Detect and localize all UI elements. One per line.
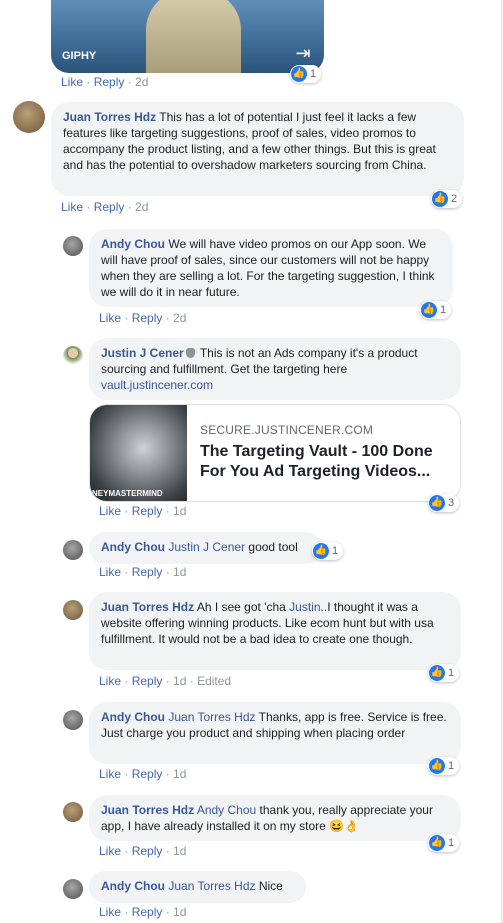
author-name[interactable]: Juan Torres Hdz — [63, 110, 156, 124]
reaction-count[interactable]: 👍 3 — [428, 494, 460, 512]
reply-link[interactable]: Reply — [132, 565, 163, 579]
comment-actions: Like · Reply · 2d — [61, 200, 149, 214]
link-preview-card[interactable]: NEYMASTERMIND SECURE.JUSTINCENER.COM The… — [89, 404, 461, 502]
reply-link[interactable]: Reply — [132, 311, 163, 325]
timestamp[interactable]: 2d — [135, 75, 148, 89]
mention-link[interactable]: Andy Chou — [197, 803, 256, 817]
reaction-count[interactable]: 👍 1 — [428, 664, 460, 682]
avatar[interactable] — [63, 802, 83, 822]
like-reaction-icon: 👍 — [421, 302, 437, 319]
link-thumbnail: NEYMASTERMIND — [90, 405, 187, 501]
thumbnail-caption: NEYMASTERMIND — [92, 489, 163, 498]
avatar[interactable] — [13, 101, 45, 133]
reply-link[interactable]: Reply — [132, 844, 163, 858]
timestamp[interactable]: 2d — [135, 200, 148, 214]
author-name[interactable]: Andy Chou — [101, 540, 165, 554]
expand-icon[interactable]: ⇥ — [293, 43, 313, 63]
reaction-count[interactable]: 👍 1 — [428, 834, 460, 852]
comment-bubble: Juan Torres Hdz Andy Chou thank you, rea… — [89, 795, 461, 841]
comment-actions: Like · Reply · 1d — [99, 905, 187, 919]
like-reaction-icon: 👍 — [429, 495, 445, 512]
comment-bubble: Andy Chou Juan Torres Hdz Thanks, app is… — [89, 702, 461, 764]
giphy-label: GIPHY — [62, 50, 97, 62]
timestamp[interactable]: 1d — [173, 767, 186, 781]
comment-bubble: Juan Torres Hdz This has a lot of potent… — [51, 102, 464, 196]
mention-link[interactable]: Justin J Cener — [168, 540, 245, 554]
like-link[interactable]: Like — [99, 674, 121, 688]
comment-text: good tool — [248, 540, 298, 554]
comment-bubble: Andy Chou Justin J Cener good tool — [89, 532, 322, 564]
avatar[interactable] — [63, 600, 83, 620]
author-name[interactable]: Andy Chou — [101, 879, 165, 893]
like-link[interactable]: Like — [99, 311, 121, 325]
gif-attachment[interactable]: GIPHY ⇥ — [51, 0, 324, 73]
timestamp[interactable]: 1d — [173, 504, 186, 518]
reply-link[interactable]: Reply — [132, 504, 163, 518]
reaction-count[interactable]: 👍 1 — [420, 301, 452, 319]
mention-link[interactable]: Juan Torres Hdz — [168, 710, 255, 724]
like-reaction-icon: 👍 — [429, 758, 445, 775]
author-name[interactable]: Andy Chou — [101, 710, 165, 724]
like-reaction-icon: 👍 — [432, 191, 448, 208]
link-title[interactable]: The Targeting Vault - 100 Done For You A… — [200, 442, 452, 482]
comment-actions: Like · Reply · 1d — [99, 565, 187, 579]
like-reaction-icon: 👍 — [313, 543, 329, 560]
comment-actions: Like · Reply · 1d · Edited — [99, 674, 232, 688]
avatar[interactable] — [63, 879, 83, 899]
reaction-count[interactable]: 👍 2 — [431, 190, 463, 208]
author-name[interactable]: Juan Torres Hdz — [101, 803, 194, 817]
like-link[interactable]: Like — [99, 504, 121, 518]
comment-actions: Like · Reply · 2d — [99, 311, 187, 325]
reply-link[interactable]: Reply — [132, 674, 163, 688]
timestamp[interactable]: 1d — [173, 844, 186, 858]
timestamp[interactable]: 2d — [173, 311, 186, 325]
like-link[interactable]: Like — [99, 905, 121, 919]
author-name[interactable]: Juan Torres Hdz — [101, 600, 194, 614]
edited-label[interactable]: Edited — [197, 674, 231, 688]
comment-actions: Like · Reply · 1d — [99, 844, 187, 858]
avatar[interactable] — [63, 346, 83, 366]
comment-text: Nice — [258, 879, 283, 893]
like-reaction-icon: 👍 — [429, 835, 445, 852]
like-link[interactable]: Like — [99, 767, 121, 781]
link-domain: SECURE.JUSTINCENER.COM — [200, 423, 374, 437]
comment-bubble: Andy Chou Juan Torres Hdz Nice — [89, 871, 306, 903]
like-reaction-icon: 👍 — [291, 66, 307, 83]
reply-link[interactable]: Reply — [94, 75, 125, 89]
gif-figure — [146, 0, 241, 73]
timestamp[interactable]: 1d — [173, 565, 186, 579]
reply-link[interactable]: Reply — [132, 905, 163, 919]
timestamp[interactable]: 1d — [173, 674, 186, 688]
reaction-count[interactable]: 👍 1 — [312, 542, 344, 560]
timestamp[interactable]: 1d — [173, 905, 186, 919]
comments-panel: GIPHY ⇥ 👍 1 Like · Reply · 2d Juan Torres… — [0, 0, 502, 923]
avatar[interactable] — [63, 540, 83, 560]
reaction-count[interactable]: 👍 1 — [290, 65, 322, 83]
comment-actions: Like · Reply · 1d — [99, 504, 187, 518]
reply-link[interactable]: Reply — [94, 200, 125, 214]
comment-bubble: Juan Torres Hdz Ah I see got 'cha Justin… — [89, 592, 461, 670]
reply-link[interactable]: Reply — [132, 767, 163, 781]
comment-text-pre: Ah I see got 'cha — [196, 600, 286, 614]
shield-icon — [185, 348, 195, 358]
avatar[interactable] — [63, 710, 83, 730]
mention-link[interactable]: Juan Torres Hdz — [168, 879, 255, 893]
comment-actions: Like · Reply · 1d — [99, 767, 187, 781]
mention-link[interactable]: Justin — [289, 600, 320, 614]
like-link[interactable]: Like — [99, 844, 121, 858]
comment-actions: Like · Reply · 2d — [61, 75, 149, 89]
comment-bubble: Justin J Cener This is not an Ads compan… — [89, 338, 461, 400]
comment-link[interactable]: vault.justincener.com — [101, 378, 213, 392]
like-link[interactable]: Like — [99, 565, 121, 579]
author-name[interactable]: Andy Chou — [101, 237, 165, 251]
reaction-count[interactable]: 👍 1 — [428, 757, 460, 775]
comment-bubble: Andy Chou We will have video promos on o… — [89, 229, 453, 307]
like-reaction-icon: 👍 — [429, 665, 445, 682]
like-link[interactable]: Like — [61, 75, 83, 89]
author-name[interactable]: Justin J Cener — [101, 346, 184, 360]
avatar[interactable] — [63, 236, 83, 256]
like-link[interactable]: Like — [61, 200, 83, 214]
